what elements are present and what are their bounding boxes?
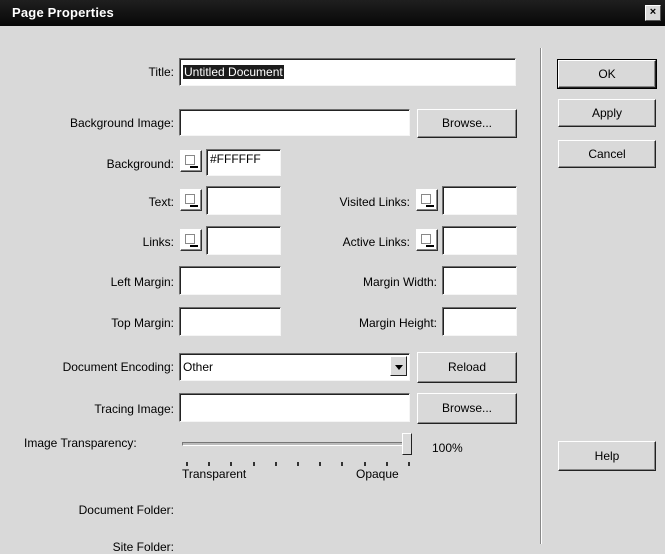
left-margin-label: Left Margin: [110,275,174,289]
background-color-input[interactable]: #FFFFFF [206,149,281,176]
top-margin-input[interactable] [179,307,281,336]
margin-width-label: Margin Width: [362,275,437,289]
links-color-swatch[interactable] [180,229,202,251]
slider-tick [230,462,233,466]
text-color-swatch[interactable] [180,189,202,211]
opaque-label: Opaque [356,467,399,481]
slider-tick [341,462,344,466]
background-color-swatch[interactable] [180,150,202,172]
active-links-color-input[interactable] [442,226,517,255]
visited-links-label: Visited Links: [339,195,410,209]
chevron-down-icon[interactable] [390,356,407,376]
help-button[interactable]: Help [558,441,656,471]
tracing-image-input[interactable] [179,393,410,422]
visited-links-color-swatch[interactable] [416,189,438,211]
active-links-label: Active Links: [342,235,410,249]
transparency-slider-track[interactable] [182,442,412,446]
title-input[interactable]: Untitled Document [179,58,516,86]
margin-width-input[interactable] [442,266,517,295]
slider-tick [252,462,255,466]
tracing-image-label: Tracing Image: [94,402,174,416]
visited-links-color-input[interactable] [442,186,517,215]
vertical-divider [540,48,542,544]
slider-tick [208,462,211,466]
slider-tick [363,462,366,466]
transparency-value: 100% [432,441,463,455]
document-folder-label: Document Folder: [78,503,174,517]
transparency-slider-thumb[interactable] [402,433,412,455]
slider-tick [319,462,322,466]
window-title: Page Properties [12,5,114,20]
background-label: Background: [106,157,174,171]
links-color-input[interactable] [206,226,281,255]
transparent-label: Transparent [182,467,247,481]
slider-tick [408,462,410,466]
background-image-input[interactable] [179,109,410,136]
active-links-color-swatch[interactable] [416,229,438,251]
document-encoding-value: Other [183,360,214,374]
slider-tick [385,462,388,466]
title-value: Untitled Document [183,65,284,79]
slider-tick [274,462,277,466]
document-encoding-select[interactable]: Other [179,353,410,381]
slider-tick [297,462,299,466]
text-label: Text: [148,195,174,209]
reload-button[interactable]: Reload [417,352,517,383]
margin-height-label: Margin Height: [358,316,437,330]
background-image-label: Background Image: [69,116,174,130]
document-encoding-label: Document Encoding: [62,360,174,374]
cancel-button[interactable]: Cancel [558,140,656,168]
top-margin-label: Top Margin: [111,316,174,330]
apply-button[interactable]: Apply [558,99,656,127]
image-transparency-label: Image Transparency: [24,436,137,450]
text-color-input[interactable] [206,186,281,215]
margin-height-input[interactable] [442,307,517,336]
ok-button[interactable]: OK [557,59,657,89]
title-label: Title: [148,65,174,79]
site-folder-label: Site Folder: [112,540,174,554]
title-bar: Page Properties × [0,0,665,26]
tracing-image-browse-button[interactable]: Browse... [417,393,517,424]
left-margin-input[interactable] [179,266,281,295]
background-image-browse-button[interactable]: Browse... [417,109,517,138]
slider-tick [186,462,188,466]
close-icon[interactable]: × [645,5,661,21]
links-label: Links: [142,235,174,249]
